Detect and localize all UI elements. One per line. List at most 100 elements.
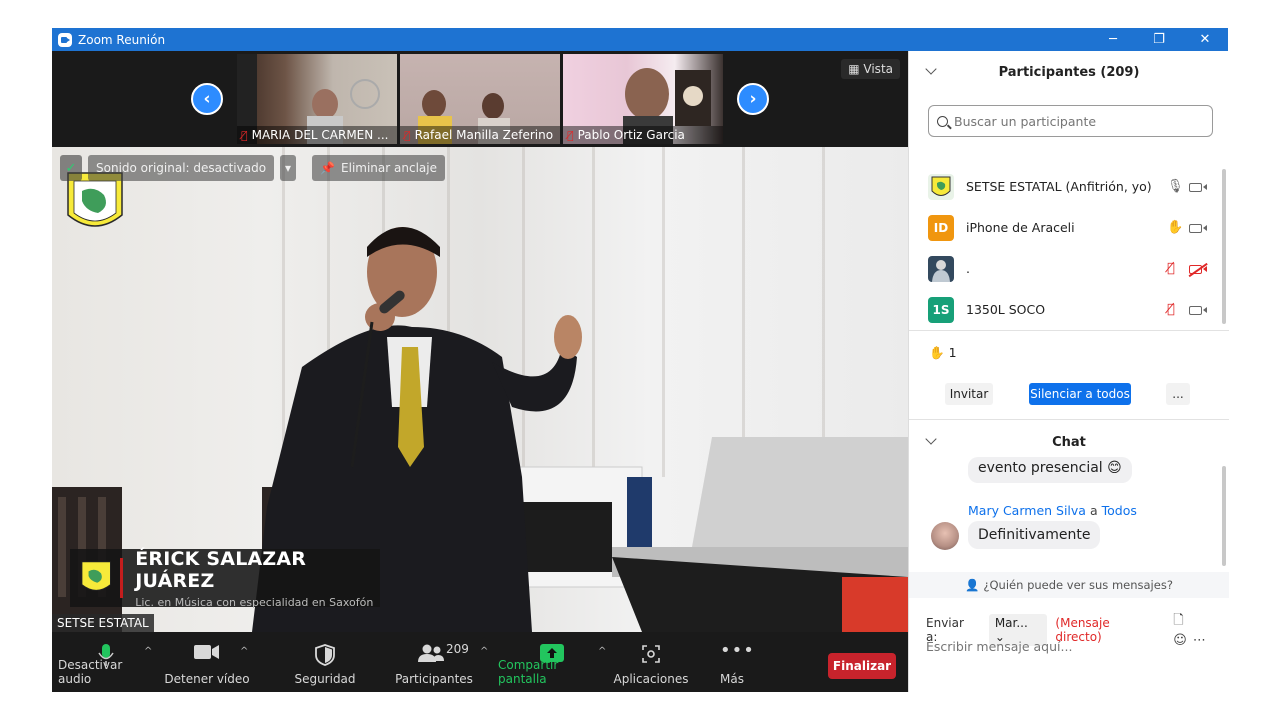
speaker-name-label: SETSE ESTATAL [52,614,154,632]
thumbnail-name-bar: 🎙̸ Rafael Manilla Zeferino [400,126,560,144]
video-off-icon[interactable] [1189,259,1207,278]
raised-hands-number: 1 [948,345,957,360]
participant-name: iPhone de Araceli [966,220,1075,235]
chat-message-previous: evento presencial 😊 [968,457,1132,483]
apps-button[interactable]: Aplicaciones [612,632,690,692]
recipient-value: Mar... [994,615,1028,630]
speaker-name: ÉRICK SALAZAR JUÁREZ [135,547,307,592]
participant-avatar: ID [928,214,954,241]
participant-name: 1350L SOCO [966,302,1046,317]
participants-scrollbar[interactable] [1222,169,1226,324]
chat-recipient[interactable]: Todos [1102,503,1137,518]
raised-hand-icon: ✋ [929,345,945,360]
chat-to-word: a [1089,503,1098,518]
mic-muted-icon[interactable]: 🎙̸ [1167,302,1175,317]
chat-title: Chat [1052,434,1086,450]
unpin-button[interactable]: 📌 Eliminar anclaje [312,155,445,181]
shield-icon [315,644,335,666]
participants-options-caret[interactable]: ^ [480,646,488,657]
accent-bar [120,558,124,598]
participant-name: MARIA DEL CARMEN ... [251,128,389,142]
close-button[interactable]: ✕ [1182,28,1228,51]
speaker-lower-third: ÉRICK SALAZAR JUÁREZ Lic. en Música con … [70,548,380,609]
chat-scrollbar[interactable] [1222,466,1226,566]
window-title: Zoom Reunión [78,32,166,47]
participants-title: Participantes (209) [998,64,1140,80]
participants-button[interactable]: 209 ^ Participantes [390,632,488,692]
chevron-down-icon[interactable] [925,433,937,445]
chevron-down-icon[interactable] [925,63,937,75]
participant-search-input[interactable] [954,113,1194,129]
grid-icon: ▦ [848,62,864,76]
video-area: ‹ 🎙̸ MARIA DEL CARMEN ... 🎙̸ Rafael Mani… [52,51,908,632]
chat-sender[interactable]: Mary Carmen Silva [968,503,1086,518]
mic-muted-icon[interactable]: 🎙̸ [1167,261,1175,276]
more-options-button[interactable]: ... [1166,383,1190,405]
end-meeting-button[interactable]: Finalizar [828,653,896,679]
original-sound-toggle[interactable]: Sonido original: desactivado [88,155,275,181]
share-options-caret[interactable]: ^ [598,646,606,657]
participant-row[interactable]: SETSE ESTATAL (Anfitrión, yo) 🎙 [909,166,1219,207]
speaker-info: ÉRICK SALAZAR JUÁREZ Lic. en Música con … [135,548,380,609]
more-label: Más [720,672,744,686]
thumbnail-strip: ‹ 🎙̸ MARIA DEL CARMEN ... 🎙̸ Rafael Mani… [52,51,908,147]
video-camera-icon[interactable] [1189,218,1207,237]
more-button[interactable]: ••• Más [706,632,758,692]
who-can-see-label: ¿Quién puede ver sus mensajes? [983,578,1173,592]
view-label: Vista [863,62,893,76]
title-bar: Zoom Reunión ─ ❐ ✕ [52,28,1228,51]
participants-label: Participantes [395,672,473,686]
speaker-subtitle: Lic. en Música con especialidad en Saxof… [135,595,374,609]
zoom-logo-icon [58,32,72,47]
security-button[interactable]: Seguridad [290,632,360,692]
original-sound-label: Sonido original: desactivado [96,161,267,175]
setse-small-logo [81,561,111,591]
mic-muted-icon: 🎙̸ [567,128,574,142]
participant-avatar: 1S [928,296,954,323]
who-can-see-messages[interactable]: 👤 ¿Quién puede ver sus mensajes? [909,572,1229,598]
raised-hand-icon[interactable]: ✋ [1167,220,1183,235]
video-options-caret[interactable]: ^ [240,646,248,657]
raised-hands-count: ✋ 1 [929,345,957,361]
video-overlay-controls: ✓ Sonido original: desactivado ▾ 📌 Elimi… [60,155,445,181]
chevron-left-icon: ‹ [203,89,211,109]
participant-thumbnail[interactable]: 🎙̸ Pablo Ortiz Garcia [563,54,723,144]
audio-options-caret[interactable]: ^ [144,646,152,657]
view-button[interactable]: ▦ Vista [841,59,900,79]
mute-all-button[interactable]: Silenciar a todos [1029,383,1131,405]
participant-row[interactable]: . 🎙̸ [909,248,1219,289]
invite-button[interactable]: Invitar [945,383,993,405]
mute-audio-button[interactable]: ^ Desactivar audio [58,632,154,692]
video-camera-icon[interactable] [1189,177,1207,196]
search-icon [937,115,948,127]
next-page-button[interactable]: › [737,83,769,115]
chevron-right-icon: › [749,89,757,109]
share-screen-button[interactable]: ^ Compartir pantalla [498,632,606,692]
participant-row[interactable]: 1S 1350L SOCO 🎙̸ [909,289,1219,330]
participant-row[interactable]: ID iPhone de Araceli ✋ [909,207,1219,248]
video-camera-icon[interactable] [1189,300,1207,319]
microphone-icon[interactable]: 🎙 [1167,179,1184,194]
person-lock-icon: 👤 [965,578,980,592]
chevron-down-icon: ▾ [285,161,292,175]
active-speaker-video: ✓ Sonido original: desactivado ▾ 📌 Elimi… [52,147,908,632]
stop-video-button[interactable]: ^ Detener vídeo [164,632,250,692]
participant-thumbnail[interactable]: 🎙̸ MARIA DEL CARMEN ... [237,54,397,144]
file-icon[interactable]: 🗋 [1173,613,1189,628]
participant-thumbnail[interactable]: 🎙̸ Rafael Manilla Zeferino [400,54,560,144]
apps-icon [642,645,660,663]
minimize-button[interactable]: ─ [1090,28,1136,51]
restore-button[interactable]: ❐ [1136,28,1182,51]
divider [909,330,1229,331]
share-arrow-icon [540,644,564,662]
chat-message-input[interactable] [926,639,1216,654]
participant-name: Pablo Ortiz Garcia [577,128,685,142]
previous-page-button[interactable]: ‹ [191,83,223,115]
shield-check-icon: ✓ [60,155,82,181]
original-sound-dropdown[interactable]: ▾ [280,155,297,181]
unpin-label: Eliminar anclaje [341,161,437,175]
zoom-window: Zoom Reunión ─ ❐ ✕ ‹ 🎙̸ MARIA DEL CARMEN… [52,28,1229,692]
meeting-toolbar: ^ Desactivar audio ^ Detener vídeo Segur… [52,632,908,692]
participant-search[interactable] [928,105,1213,137]
participant-name: SETSE ESTATAL (Anfitrión, yo) [966,179,1152,194]
